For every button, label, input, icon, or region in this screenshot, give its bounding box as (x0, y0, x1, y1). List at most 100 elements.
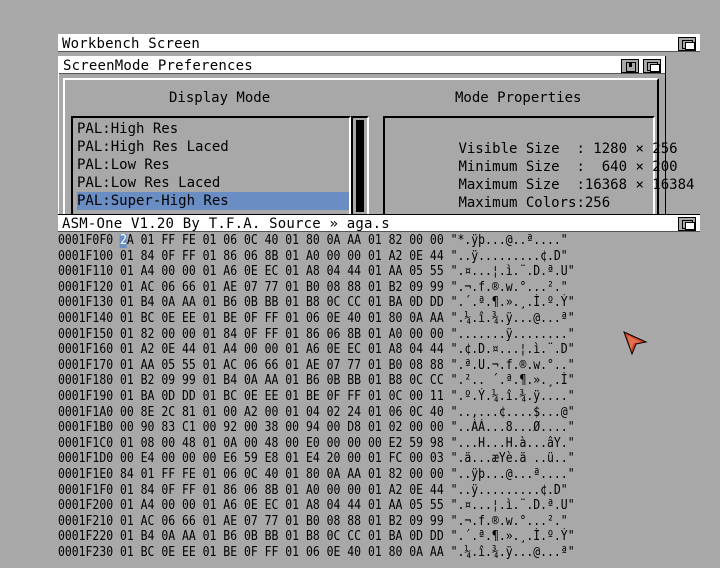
hex-row: 0001F100 01 84 0F FF 01 86 06 8B 01 A0 0… (58, 248, 568, 265)
hex-row: 0001F190 01 BA 0D DD 01 BC 0E EE 01 BE 0… (58, 389, 575, 405)
hex-bytes[interactable]: 01 B4 0A AA 01 B6 0B BB 01 B8 0C CC 01 B… (120, 529, 444, 545)
hex-address: 0001F200 (58, 498, 114, 514)
screenmode-prefs-window: ScreenMode Preferences Display Mode Mode… (58, 56, 694, 216)
hex-bytes[interactable]: 84 01 FF FE 01 06 0C 40 01 80 0A AA 01 8… (120, 467, 444, 482)
hex-row: 0001F120 01 AC 06 66 01 AE 07 77 01 B0 0… (58, 279, 568, 296)
hex-bytes[interactable]: 01 08 00 48 01 0A 00 48 00 E0 00 00 00 E… (120, 436, 444, 451)
hex-address: 0001F100 (58, 248, 114, 264)
hex-row: 0001F210 01 AC 06 66 01 AE 07 77 01 B0 0… (58, 513, 568, 530)
hex-address: 0001F1B0 (58, 420, 114, 436)
list-item-selected[interactable]: PAL:Super-High Res (77, 192, 349, 210)
hex-address: 0001F110 (58, 264, 114, 280)
hex-ascii: "..ÿ.........¢.D" (450, 248, 568, 264)
list-scrollbar[interactable] (351, 116, 369, 216)
hex-row: 0001F1A0 00 8E 2C 81 01 00 A2 00 01 04 0… (58, 404, 575, 421)
depth-gadget-icon[interactable] (678, 217, 696, 231)
hex-row: 0001F1D0 00 E4 00 00 00 E6 59 E8 01 E4 2… (58, 452, 575, 467)
hex-address: 0001F130 (58, 295, 114, 311)
hex-row: 0001F200 01 A4 00 00 01 A6 0E EC 01 A8 0… (58, 498, 575, 514)
hex-row: 0001F230 01 BC 0E EE 01 BE 0F FF 01 06 0… (58, 545, 575, 561)
hex-address: 0001F140 (58, 311, 114, 326)
hex-bytes[interactable]: 01 AA 05 55 01 AC 06 66 01 AE 07 77 01 B… (120, 358, 444, 373)
hex-ascii: "..ÿþ...@...ª...." (450, 467, 575, 482)
hex-address: 0001F1D0 (58, 451, 114, 467)
hex-row: 0001F160 01 A2 0E 44 01 A4 00 00 01 A6 0… (58, 342, 575, 358)
hex-address: 0001F1E0 (58, 467, 114, 482)
hex-ascii: ".¼.î.¾.ÿ...@...ª" (450, 545, 575, 560)
hex-row: 0001F1F0 01 84 0F FF 01 86 06 8B 01 A0 0… (58, 482, 568, 499)
hex-row: 0001F220 01 B4 0A AA 01 B6 0B BB 01 B8 0… (58, 530, 575, 545)
hex-bytes[interactable]: 01 BA 0D DD 01 BC 0E EE 01 BE 0F FF 01 0… (120, 389, 444, 404)
display-mode-heading: Display Mode (169, 90, 271, 106)
hex-address: 0001F120 (58, 279, 114, 295)
hex-row: 0001F150 01 82 00 00 01 84 0F FF 01 86 0… (58, 326, 575, 343)
hex-row: 0001F130 01 B4 0A AA 01 B6 0B BB 01 B8 0… (58, 296, 575, 311)
hex-ascii: ".´.ª.¶.».¸.Ì.º.Ý" (450, 529, 575, 545)
hex-address: 0001F160 (58, 342, 114, 358)
hex-bytes[interactable]: 01 82 00 00 01 84 0F FF 01 86 06 8B 01 A… (120, 327, 444, 342)
hex-address: 0001F170 (58, 357, 114, 373)
prefs-inner-frame: Display Mode Mode Properties PAL:High Re… (63, 78, 694, 216)
hex-bytes[interactable]: 01 A4 00 00 01 A6 0E EC 01 A8 04 44 01 A… (120, 264, 444, 279)
hex-ascii: "..ÿ.........¢.D" (450, 482, 568, 498)
prop-label: Maximum Colors: (458, 195, 585, 211)
display-mode-list[interactable]: PAL:High Res PAL:High Res Laced PAL:Low … (71, 116, 351, 216)
hex-row: 0001F170 01 AA 05 55 01 AC 06 66 01 AE 0… (58, 357, 575, 374)
asm-titlebar[interactable]: ASM-One V1.20 By T.F.A. Source » aga.s (58, 214, 700, 232)
hex-ascii: "..,...¢....$...@" (450, 404, 575, 420)
depth-gadget-icon[interactable] (678, 37, 696, 51)
hex-ascii: "..ÀÁ...8...Ø...." (450, 420, 575, 436)
hex-bytes[interactable]: 01 AC 06 66 01 AE 07 77 01 B0 08 88 01 B… (120, 280, 444, 295)
hex-row: 0001F180 01 B2 09 99 01 B4 0A AA 01 B6 0… (58, 374, 575, 389)
hex-bytes[interactable]: 00 90 83 C1 00 92 00 38 00 94 00 D8 01 0… (120, 420, 444, 435)
zoom-gadget-icon[interactable] (621, 59, 639, 73)
hex-bytes[interactable]: 01 A4 00 00 01 A6 0E EC 01 A8 04 44 01 A… (120, 498, 444, 513)
list-item[interactable]: PAL:High Res (77, 120, 349, 138)
hex-ascii: ".......ÿ........" (450, 326, 575, 342)
list-item[interactable]: PAL:Low Res Laced (77, 174, 349, 192)
workbench-titlebar[interactable]: Workbench Screen (58, 34, 700, 52)
hex-dump[interactable]: 0001F0F0 2A 01 FF FE 01 06 0C 40 01 80 0… (58, 234, 700, 568)
hex-bytes[interactable]: 01 BC 0E EE 01 BE 0F FF 01 06 0E 40 01 8… (120, 311, 444, 326)
hex-bytes[interactable]: 00 8E 2C 81 01 00 A2 00 01 04 02 24 01 0… (120, 405, 444, 420)
workbench-title: Workbench Screen (62, 36, 201, 52)
hex-row: 0001F0F0 2A 01 FF FE 01 06 0C 40 01 80 0… (58, 234, 568, 249)
hex-bytes[interactable]: 01 84 0F FF 01 86 06 8B 01 A0 00 00 01 A… (120, 249, 444, 264)
prefs-titlebar[interactable]: ScreenMode Preferences (59, 56, 665, 74)
hex-address: 0001F190 (58, 389, 114, 404)
hex-row: 0001F1B0 00 90 83 C1 00 92 00 38 00 94 0… (58, 420, 575, 436)
hex-ascii: ".¬.f.®.w.°...²." (450, 279, 568, 295)
hex-row: 0001F1C0 01 08 00 48 01 0A 00 48 00 E0 0… (58, 435, 575, 452)
prop-value: 256 (584, 195, 611, 211)
prefs-title: ScreenMode Preferences (63, 58, 253, 74)
hex-ascii: ".¤...¦.ì.¨.D.ª.U" (450, 264, 575, 280)
hex-ascii: "...H...H.à...âY." (450, 435, 575, 451)
hex-bytes[interactable]: 01 B2 09 99 01 B4 0A AA 01 B6 0B BB 01 B… (120, 373, 444, 389)
hex-ascii: ".¢.D.¤...¦.ì.¨.D" (450, 342, 575, 358)
hex-ascii: ".².. ´.ª.¶.».¸.Ì" (450, 373, 575, 389)
hex-ascii: ".¬.f.®.w.°...²." (450, 513, 568, 529)
asm-title: ASM-One V1.20 By T.F.A. Source » aga.s (62, 216, 390, 232)
hex-bytes[interactable]: 01 AC 06 66 01 AE 07 77 01 B0 08 88 01 B… (120, 514, 444, 529)
hex-address: 0001F150 (58, 326, 114, 342)
hex-bytes[interactable]: 01 A2 0E 44 01 A4 00 00 01 A6 0E EC 01 A… (120, 342, 444, 357)
hex-bytes[interactable]: 01 B4 0A AA 01 B6 0B BB 01 B8 0C CC 01 B… (120, 295, 444, 311)
hex-address: 0001F220 (58, 529, 114, 545)
list-item[interactable]: PAL:Low Res (77, 156, 349, 174)
hex-address: 0001F1C0 (58, 435, 114, 451)
hex-address: 0001F210 (58, 513, 114, 529)
hex-ascii: ".¤...¦.ì.¨.D.ª.U" (450, 498, 575, 514)
hex-bytes[interactable]: 01 84 0F FF 01 86 06 8B 01 A0 00 00 01 A… (120, 483, 444, 498)
list-item[interactable]: PAL:High Res Laced (77, 138, 349, 156)
mode-properties-box: Visible Size : 1280 × 256 Minimum Size :… (383, 116, 694, 216)
hex-bytes[interactable]: 2A 01 FF FE 01 06 0C 40 01 80 0A AA 01 8… (119, 234, 444, 248)
hex-address: 0001F230 (58, 545, 114, 560)
hex-ascii: ".ä...æYè.ä ..ü.." (450, 451, 575, 467)
hex-ascii: ".´.ª.¶.».¸.Ì.º.Ý" (450, 295, 575, 311)
hex-row: 0001F140 01 BC 0E EE 01 BE 0F FF 01 06 0… (58, 311, 575, 327)
hex-bytes[interactable]: 01 BC 0E EE 01 BE 0F FF 01 06 0E 40 01 8… (120, 545, 444, 560)
hex-address: 0001F1A0 (58, 404, 114, 420)
hex-bytes[interactable]: 00 E4 00 00 00 E6 59 E8 01 E4 20 00 01 F… (120, 451, 444, 467)
scrollbar-knob[interactable] (356, 120, 364, 212)
depth-gadget-icon[interactable] (643, 59, 661, 73)
